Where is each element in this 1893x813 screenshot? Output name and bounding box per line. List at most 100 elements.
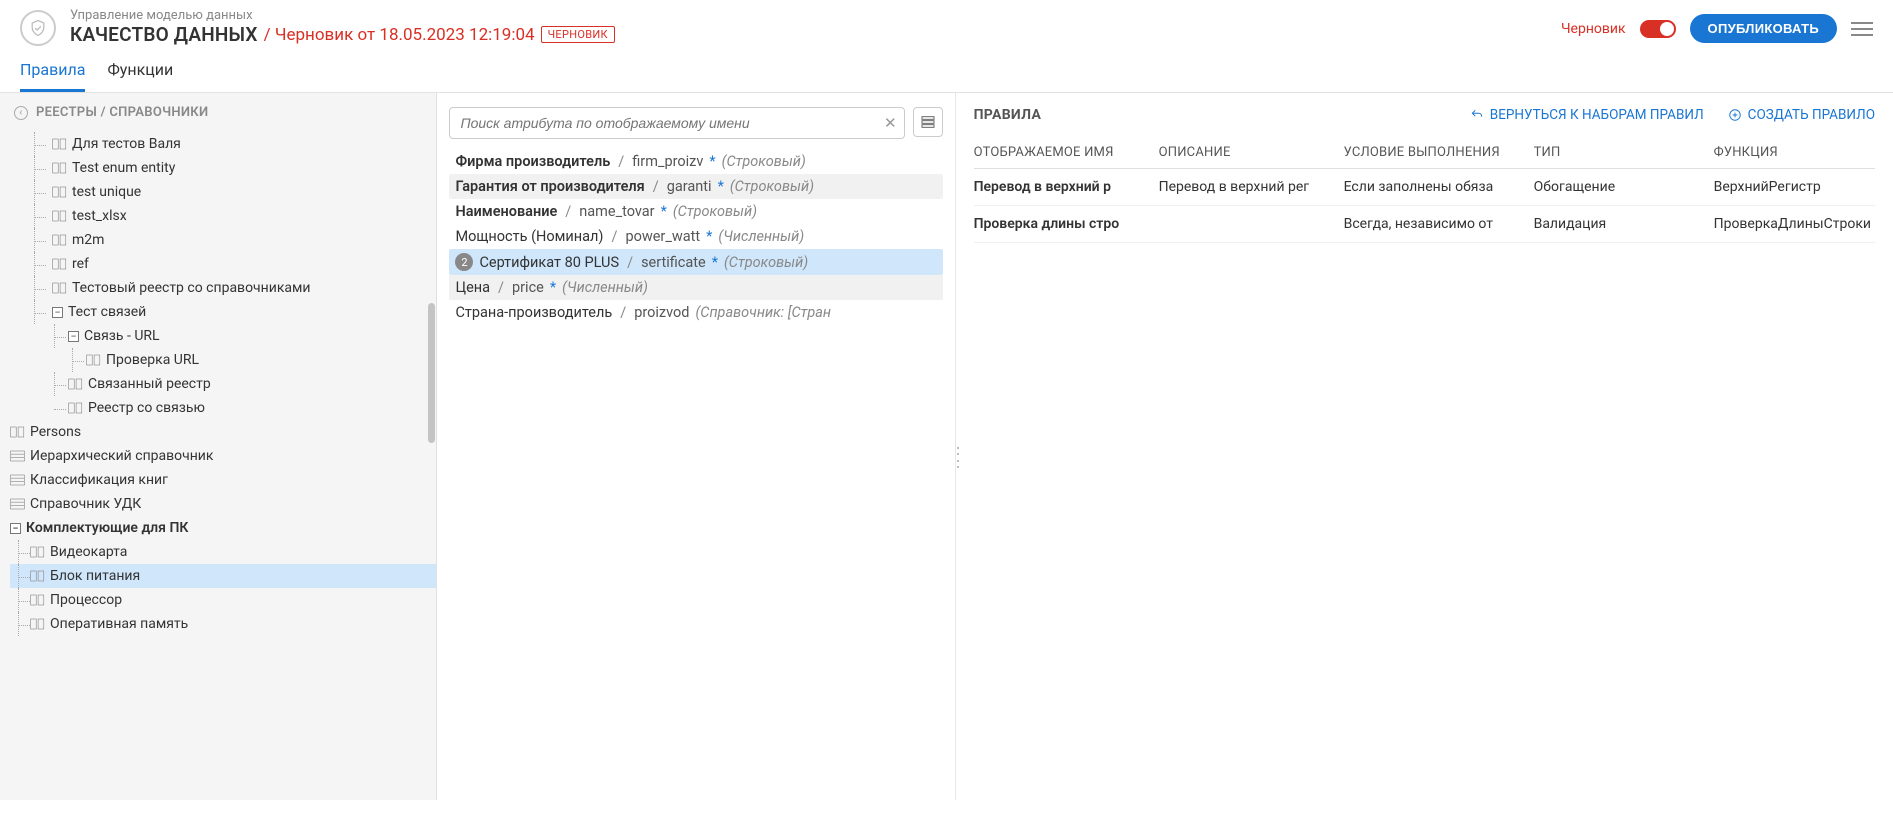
attr-row[interactable]: Фирма производитель / firm_proizv * (Стр… xyxy=(449,149,942,174)
header-main-row: КАЧЕСТВО ДАННЫХ / Черновик от 18.05.2023… xyxy=(70,23,615,46)
tree-item[interactable]: Тестовый реестр со справочниками xyxy=(10,276,436,300)
attr-code: garanti xyxy=(667,178,712,195)
attr-type: (Справочник: [Стран xyxy=(695,304,831,321)
attr-row[interactable]: Страна-производитель / proizvod (Справоч… xyxy=(449,300,942,325)
header-titles: Управление моделью данных КАЧЕСТВО ДАННЫ… xyxy=(70,8,615,46)
th-description[interactable]: ОПИСАНИЕ xyxy=(1159,145,1344,160)
th-function[interactable]: ФУНКЦИЯ xyxy=(1714,145,1875,160)
create-rule-link[interactable]: СОЗДАТЬ ПРАВИЛО xyxy=(1728,107,1875,123)
attr-type: (Строковый) xyxy=(724,254,808,271)
table-header-row: ОТОБРАЖАЕМОЕ ИМЯ ОПИСАНИЕ УСЛОВИЕ ВЫПОЛН… xyxy=(974,145,1875,169)
attr-row[interactable]: Мощность (Номинал) / power_watt * (Числе… xyxy=(449,224,942,249)
sidebar-header: ‹ РЕЕСТРЫ / СПРАВОЧНИКИ xyxy=(0,93,436,132)
tree-label: Проверка URL xyxy=(106,352,199,368)
th-type[interactable]: ТИП xyxy=(1534,145,1714,160)
tree-item-parent-selected[interactable]: − Комплектующие для ПК xyxy=(10,516,436,540)
attr-code: name_tovar xyxy=(579,203,654,220)
attr-code: firm_proizv xyxy=(632,153,703,170)
attr-type: (Строковый) xyxy=(673,203,757,220)
cell-type: Обогащение xyxy=(1534,179,1714,195)
entity-icon xyxy=(52,186,67,198)
sidebar-scrollbar[interactable] xyxy=(426,133,436,800)
rules-title: ПРАВИЛА xyxy=(974,107,1446,123)
tree-item[interactable]: Оперативная память xyxy=(10,612,436,636)
tree-item[interactable]: ref xyxy=(10,252,436,276)
lookup-icon xyxy=(10,450,25,462)
tree-item[interactable]: m2m xyxy=(10,228,436,252)
required-star: * xyxy=(712,254,718,271)
entity-icon xyxy=(68,378,83,390)
attr-code: power_watt xyxy=(625,228,700,245)
search-wrap: ✕ xyxy=(449,107,904,139)
tree-label: Persons xyxy=(30,424,81,440)
cell-condition: Если заполнены обяза xyxy=(1344,179,1534,195)
tree-label: test unique xyxy=(72,184,141,200)
list-view-button[interactable] xyxy=(913,107,943,137)
attr-type: (Численный) xyxy=(562,279,648,296)
lookup-icon xyxy=(10,474,25,486)
table-row[interactable]: Проверка длины стро Всегда, независимо о… xyxy=(974,206,1875,243)
tree-item[interactable]: Процессор xyxy=(10,588,436,612)
tree-label: Иерархический справочник xyxy=(30,448,213,464)
attr-name: Цена xyxy=(455,279,490,296)
tree-item[interactable]: test unique xyxy=(10,180,436,204)
link-label: СОЗДАТЬ ПРАВИЛО xyxy=(1748,107,1875,123)
tree-item[interactable]: Для тестов Валя xyxy=(10,132,436,156)
attr-sep: / xyxy=(565,203,571,220)
search-input[interactable] xyxy=(449,107,904,139)
scrollbar-thumb[interactable] xyxy=(428,303,435,443)
attr-name: Сертификат 80 PLUS xyxy=(479,254,619,271)
tree-item-selected[interactable]: Блок питания xyxy=(10,564,436,588)
tree-item[interactable]: Справочник УДК xyxy=(10,492,436,516)
tree-item[interactable]: Test enum entity xyxy=(10,156,436,180)
tree-item[interactable]: Видеокарта xyxy=(10,540,436,564)
tree-item[interactable]: Persons xyxy=(10,420,436,444)
table-row[interactable]: Перевод в верхний р Перевод в верхний ре… xyxy=(974,169,1875,206)
tree-item[interactable]: Связанный реестр xyxy=(10,372,436,396)
tree-item[interactable]: Классификация книг xyxy=(10,468,436,492)
tree-item[interactable]: − Связь - URL xyxy=(10,324,436,348)
tree-label: Блок питания xyxy=(50,568,140,584)
attr-name: Страна-производитель xyxy=(455,304,612,321)
attr-sep: / xyxy=(618,153,624,170)
attr-type: (Строковый) xyxy=(730,178,814,195)
sidebar: ‹ РЕЕСТРЫ / СПРАВОЧНИКИ Для тестов Валя … xyxy=(0,93,437,800)
page-header: Управление моделью данных КАЧЕСТВО ДАННЫ… xyxy=(0,0,1893,46)
tree-item[interactable]: Реестр со связью xyxy=(10,396,436,420)
tree-collapse-icon[interactable]: − xyxy=(68,331,79,342)
entity-icon xyxy=(52,162,67,174)
back-chevron-icon[interactable]: ‹ xyxy=(14,106,28,120)
tab-rules[interactable]: Правила xyxy=(20,60,85,92)
tree-label: Тест связей xyxy=(68,304,146,320)
attr-row-selected[interactable]: 2 Сертификат 80 PLUS / sertificate * (Ст… xyxy=(449,249,942,275)
hamburger-icon[interactable] xyxy=(1851,18,1873,40)
attr-name: Мощность (Номинал) xyxy=(455,228,603,245)
tree-item[interactable]: Иерархический справочник xyxy=(10,444,436,468)
tree-collapse-icon[interactable]: − xyxy=(10,523,21,534)
link-label: ВЕРНУТЬСЯ К НАБОРАМ ПРАВИЛ xyxy=(1490,107,1704,123)
tree-item[interactable]: − Тест связей xyxy=(10,300,436,324)
attr-row[interactable]: Гарантия от производителя / garanti * (С… xyxy=(449,174,942,199)
tree-collapse-icon[interactable]: − xyxy=(52,307,63,318)
attr-code: sertificate xyxy=(641,254,706,271)
attr-row[interactable]: Цена / price * (Численный) xyxy=(449,275,942,300)
th-display-name[interactable]: ОТОБРАЖАЕМОЕ ИМЯ xyxy=(974,145,1159,160)
tab-functions[interactable]: Функции xyxy=(107,60,173,92)
undo-icon xyxy=(1470,108,1484,122)
required-star: * xyxy=(661,203,667,220)
required-star: * xyxy=(550,279,556,296)
tree-label: Справочник УДК xyxy=(30,496,141,512)
back-to-rulesets-link[interactable]: ВЕРНУТЬСЯ К НАБОРАМ ПРАВИЛ xyxy=(1470,107,1704,123)
split-handle[interactable] xyxy=(955,447,961,469)
cell-description xyxy=(1159,216,1344,232)
publish-button[interactable]: ОПУБЛИКОВАТЬ xyxy=(1690,14,1837,43)
tree-item[interactable]: Проверка URL xyxy=(10,348,436,372)
attr-row[interactable]: Наименование / name_tovar * (Строковый) xyxy=(449,199,942,224)
draft-toggle[interactable] xyxy=(1640,20,1676,38)
rules-panel: ПРАВИЛА ВЕРНУТЬСЯ К НАБОРАМ ПРАВИЛ СОЗДА… xyxy=(955,93,1893,800)
tree-item[interactable]: test_xlsx xyxy=(10,204,436,228)
tree-label: test_xlsx xyxy=(72,208,127,224)
attr-count-badge: 2 xyxy=(455,253,473,271)
clear-icon[interactable]: ✕ xyxy=(884,114,897,132)
th-condition[interactable]: УСЛОВИЕ ВЫПОЛНЕНИЯ xyxy=(1344,145,1534,160)
